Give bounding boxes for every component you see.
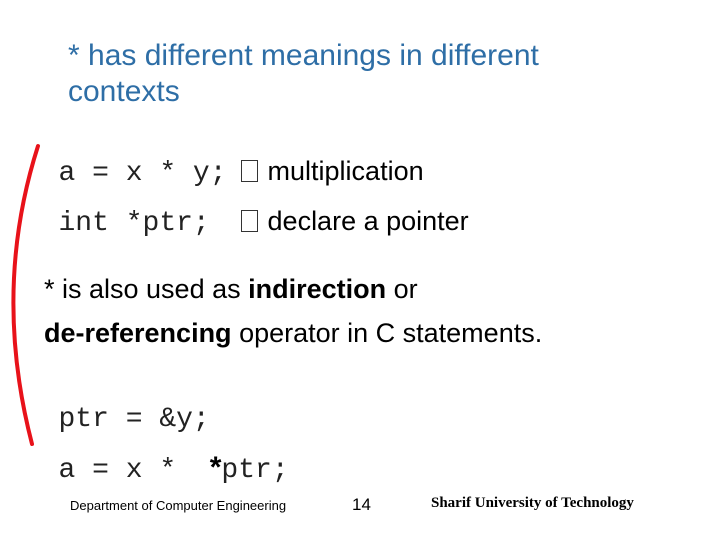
code-dereference-prefix: a = x * bbox=[58, 455, 210, 486]
explanation-line-2: de-referencing operator in C statements. bbox=[44, 318, 542, 349]
right-arrow-icon bbox=[240, 210, 258, 232]
footer-university: Sharif University of Technology bbox=[431, 495, 634, 511]
page-number: 14 bbox=[352, 495, 371, 514]
explanation-text: operator in C statements. bbox=[231, 318, 543, 348]
dereference-star: * bbox=[209, 451, 222, 484]
footer-department: Department of Computer Engineering bbox=[70, 498, 287, 513]
term-indirection: indirection bbox=[248, 274, 387, 304]
code-dereference-suffix: ptr; bbox=[221, 455, 289, 486]
explanation-text: or bbox=[386, 274, 418, 304]
code-pointer-declaration: int *ptr; bbox=[58, 208, 227, 239]
pointer-declaration-line: int *ptr; declare a pointer bbox=[44, 172, 469, 239]
desc-pointer-declaration: declare a pointer bbox=[267, 206, 469, 236]
slide-title: * has different meanings in different co… bbox=[68, 39, 539, 108]
term-dereferencing: de-referencing bbox=[44, 318, 232, 348]
explanation-line-1: * is also used as indirection or bbox=[44, 274, 418, 305]
explanation-text: * is also used as bbox=[44, 274, 249, 304]
code-line-dereference: a = x * *ptr; bbox=[44, 418, 289, 486]
